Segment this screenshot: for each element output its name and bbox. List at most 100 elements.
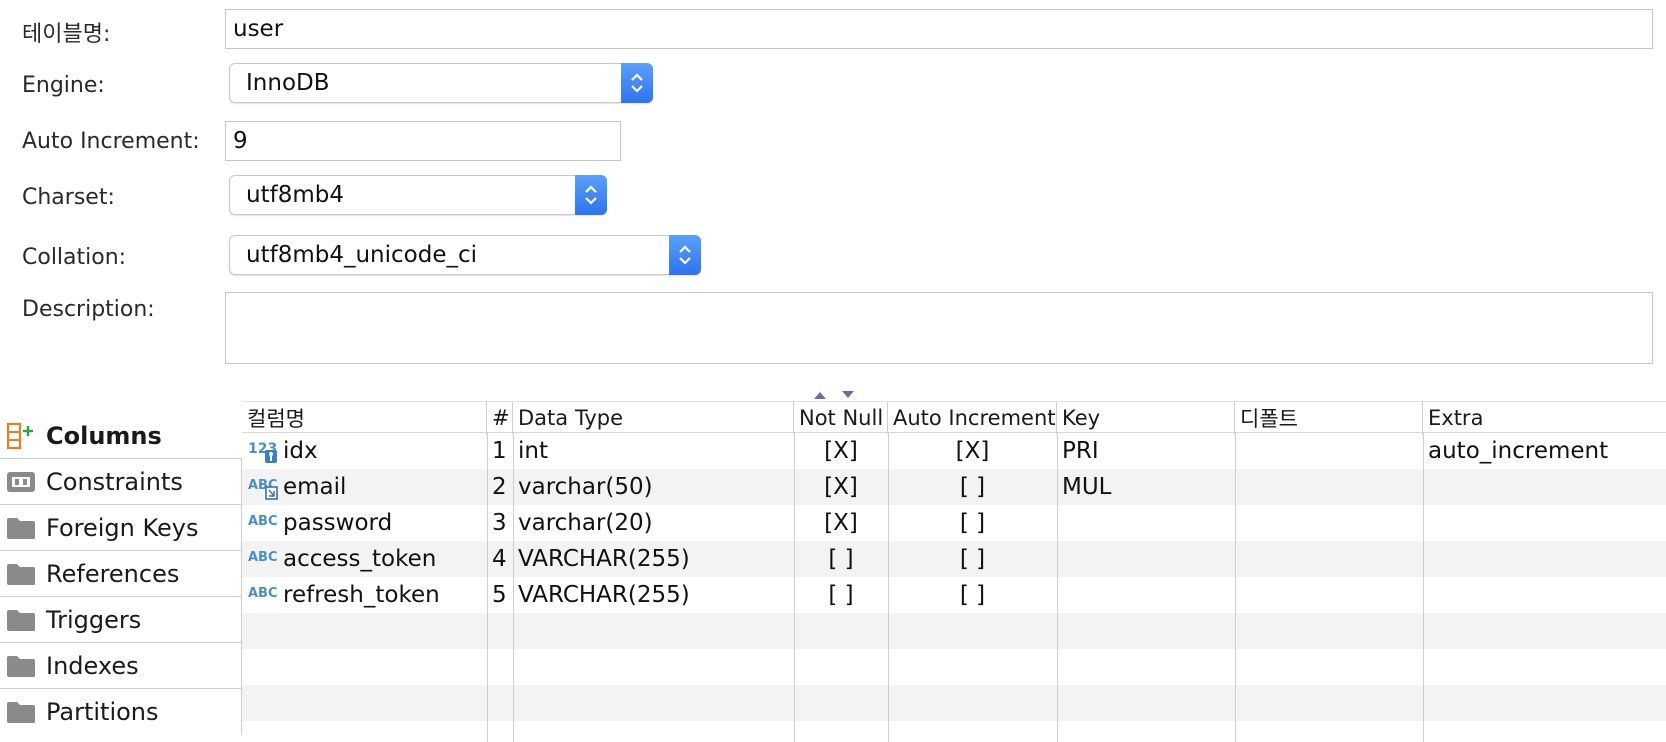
default-cell[interactable] [1235, 433, 1423, 469]
tab-label: References [46, 559, 180, 588]
ordinal-cell: 5 [492, 582, 507, 608]
key-cell [1057, 577, 1235, 613]
data-type-cell[interactable]: varchar(50) [513, 469, 794, 505]
default-cell[interactable] [1235, 505, 1423, 541]
charset-select-value: utf8mb4 [246, 182, 344, 208]
auto-increment-cell[interactable]: [ ] [888, 469, 1057, 505]
data-type-cell[interactable]: VARCHAR(255) [513, 577, 794, 613]
key-cell [1057, 541, 1235, 577]
not-null-cell[interactable]: [X] [794, 469, 888, 505]
header-default[interactable]: 디폴트 [1235, 402, 1423, 434]
tab-label: Columns [46, 421, 162, 450]
text-icon: ABC [247, 544, 283, 574]
column-name-cell[interactable]: ABC password [242, 505, 487, 541]
default-cell[interactable] [1235, 541, 1423, 577]
charset-select[interactable]: utf8mb4 [229, 175, 607, 215]
header-ordinal[interactable]: # [487, 402, 513, 434]
folder-icon [6, 699, 42, 725]
data-type-cell[interactable]: int [513, 433, 794, 469]
folder-icon [6, 653, 42, 679]
folder-icon [6, 515, 42, 541]
header-data-type[interactable]: Data Type [513, 402, 794, 434]
tab-indexes[interactable]: Indexes [0, 643, 242, 689]
tab-label: Constraints [46, 467, 183, 496]
data-type-cell[interactable]: VARCHAR(255) [513, 541, 794, 577]
not-null-cell[interactable]: [ ] [794, 541, 888, 577]
auto-increment-cell[interactable]: [ ] [888, 541, 1057, 577]
charset-label: Charset: [22, 185, 115, 210]
column-divider [487, 433, 488, 742]
engine-select-value: InnoDB [246, 70, 330, 96]
tab-foreign-keys[interactable]: Foreign Keys [0, 505, 242, 551]
empty-row [242, 649, 1666, 685]
column-name-cell[interactable]: ABC access_token [242, 541, 487, 577]
description-label: Description: [22, 297, 155, 322]
extra-cell[interactable]: auto_increment [1423, 433, 1666, 469]
columns-grid: 컬럼명 # Data Type Not Null Auto Increment … [242, 401, 1666, 742]
table-row[interactable]: ABC refresh_token 5 VARCHAR(255) [ ] [ ] [242, 577, 1666, 613]
tab-partitions[interactable]: Partitions [0, 689, 242, 735]
collation-select-value: utf8mb4_unicode_ci [246, 242, 478, 268]
not-null-cell[interactable]: [X] [794, 505, 888, 541]
column-name: idx [283, 438, 318, 464]
column-name: refresh_token [283, 582, 440, 608]
header-column-name[interactable]: 컬럼명 [242, 402, 487, 434]
auto-increment-input[interactable]: 9 [225, 121, 621, 161]
tab-label: Partitions [46, 698, 159, 726]
default-cell[interactable] [1235, 577, 1423, 613]
description-textarea[interactable] [225, 292, 1653, 364]
extra-cell[interactable] [1423, 541, 1666, 577]
key-cell [1057, 505, 1235, 541]
auto-increment-cell[interactable]: [X] [888, 433, 1057, 469]
header-key[interactable]: Key [1057, 402, 1235, 434]
svg-text:ABC: ABC [248, 514, 278, 529]
column-divider [888, 433, 889, 742]
auto-increment-cell[interactable]: [ ] [888, 505, 1057, 541]
auto-increment-cell[interactable]: [ ] [888, 577, 1057, 613]
default-cell[interactable] [1235, 469, 1423, 505]
table-row[interactable]: 123 idx 1 int [X] [X] PRI auto_increment [242, 433, 1666, 469]
column-name-cell[interactable]: 123 idx [242, 433, 487, 469]
chevron-updown-icon [575, 175, 607, 215]
column-divider [513, 433, 514, 742]
auto-increment-label: Auto Increment: [22, 129, 200, 154]
tab-constraints[interactable]: Constraints [0, 459, 242, 505]
not-null-cell[interactable]: [ ] [794, 577, 888, 613]
key-cell: PRI [1062, 438, 1099, 464]
columns-add-icon [6, 422, 42, 450]
ordinal-cell: 2 [492, 474, 507, 500]
grid-body: 123 idx 1 int [X] [X] PRI auto_increment… [242, 433, 1666, 742]
header-auto-increment[interactable]: Auto Increment [888, 402, 1057, 434]
column-name-cell[interactable]: ABC email [242, 469, 487, 505]
ordinal-cell: 1 [492, 438, 507, 464]
table-row[interactable]: ABC password 3 varchar(20) [X] [ ] [242, 505, 1666, 541]
column-divider [1423, 433, 1424, 742]
extra-cell[interactable] [1423, 577, 1666, 613]
engine-label: Engine: [22, 73, 105, 98]
not-null-cell[interactable]: [X] [794, 433, 888, 469]
table-name-input[interactable]: user [225, 9, 1653, 49]
table-name-label: 테이블명: [22, 22, 111, 47]
tab-triggers[interactable]: Triggers [0, 597, 242, 643]
table-row[interactable]: ABC email 2 varchar(50) [X] [ ] MUL [242, 469, 1666, 505]
column-name: access_token [283, 546, 437, 572]
grid-header: 컬럼명 # Data Type Not Null Auto Increment … [242, 401, 1666, 434]
table-row[interactable]: ABC access_token 4 VARCHAR(255) [ ] [ ] [242, 541, 1666, 577]
tab-label: Indexes [46, 651, 139, 680]
extra-cell[interactable] [1423, 469, 1666, 505]
collation-select[interactable]: utf8mb4_unicode_ci [229, 235, 701, 275]
header-extra[interactable]: Extra [1423, 402, 1666, 434]
engine-select[interactable]: InnoDB [229, 63, 653, 103]
header-not-null[interactable]: Not Null [794, 402, 888, 434]
empty-row [242, 721, 1666, 742]
splitter-arrows-icon [814, 391, 854, 399]
column-name: email [283, 474, 347, 500]
text-icon: ABC [247, 580, 283, 610]
tab-references[interactable]: References [0, 551, 242, 597]
column-name-cell[interactable]: ABC refresh_token [242, 577, 487, 613]
tab-columns[interactable]: Columns [0, 413, 242, 459]
data-type-cell[interactable]: varchar(20) [513, 505, 794, 541]
extra-cell[interactable] [1423, 505, 1666, 541]
column-divider [794, 433, 795, 742]
empty-row [242, 613, 1666, 649]
